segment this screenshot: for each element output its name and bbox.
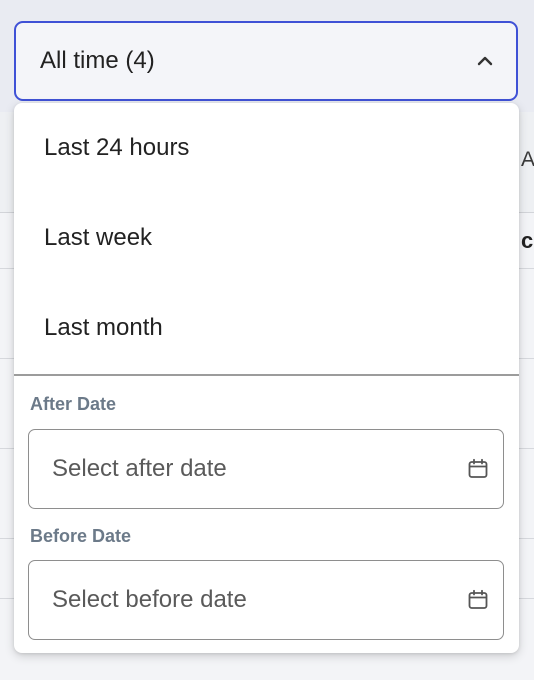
option-last-month[interactable]: Last month <box>14 283 519 373</box>
option-last-24-hours[interactable]: Last 24 hours <box>14 103 519 193</box>
chevron-up-icon[interactable] <box>474 50 496 72</box>
option-last-week[interactable]: Last week <box>14 193 519 283</box>
before-date-label: Before Date <box>30 526 132 546</box>
table-column-header[interactable]: A <box>521 148 534 172</box>
time-filter-dropdown: Last 24 hours Last week Last month After… <box>14 103 519 653</box>
before-date-input[interactable]: Select before date <box>28 560 504 640</box>
calendar-icon[interactable] <box>465 456 491 482</box>
dropdown-divider <box>14 374 519 376</box>
after-date-label: After Date <box>30 394 117 414</box>
time-filter-select[interactable]: All time (4) <box>14 21 518 101</box>
before-date-placeholder: Select before date <box>52 586 247 613</box>
time-filter-selected-value: All time (4) <box>40 47 155 74</box>
after-date-input[interactable]: Select after date <box>28 429 504 509</box>
after-date-placeholder: Select after date <box>52 455 227 482</box>
table-cell: c <box>521 228 534 253</box>
calendar-icon[interactable] <box>465 587 491 613</box>
